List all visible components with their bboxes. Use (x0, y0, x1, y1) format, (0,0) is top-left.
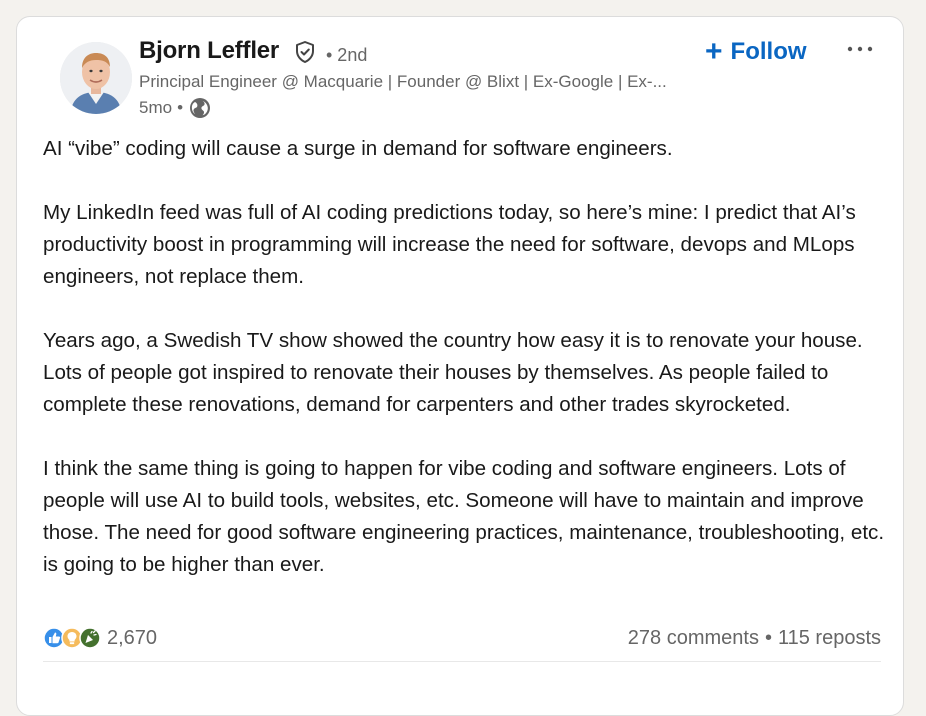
follow-label: Follow (730, 38, 807, 65)
author-headline[interactable]: Principal Engineer @ Macquarie | Founder… (139, 72, 667, 92)
reposts-count[interactable]: 115 reposts (778, 627, 881, 649)
connection-degree: • 2nd (326, 45, 368, 65)
post-body: AI “vibe” coding will cause a surge in d… (43, 133, 888, 581)
celebrate-icon (79, 627, 101, 649)
author-name[interactable]: Bjorn Leffler (139, 37, 279, 65)
social-counts: 2,670 278 comments • 115 reposts (43, 622, 881, 654)
post-meta: 5mo • (139, 96, 211, 120)
social-separator: • (764, 626, 772, 649)
comments-reposts: 278 comments • 115 reposts (628, 627, 881, 650)
comments-count[interactable]: 278 comments (628, 627, 759, 649)
author-avatar[interactable] (60, 42, 132, 114)
verified-shield-icon (293, 40, 317, 64)
post-paragraph: I think the same thing is going to happe… (43, 457, 885, 576)
reaction-count: 2,670 (107, 626, 158, 649)
post-paragraph: Years ago, a Swedish TV show showed the … (43, 329, 863, 416)
reaction-icons (43, 627, 101, 649)
meta-separator: • (177, 98, 184, 117)
globe-icon (189, 97, 211, 119)
post-paragraph: My LinkedIn feed was full of AI coding p… (43, 201, 856, 288)
post-paragraph: AI “vibe” coding will cause a surge in d… (43, 137, 673, 160)
follow-button[interactable]: + Follow (705, 35, 807, 69)
plus-icon: + (705, 35, 723, 68)
post-card: Bjorn Leffler • 2nd Principal Engineer @… (16, 16, 904, 716)
divider (43, 661, 881, 662)
more-horizontal-icon[interactable] (845, 39, 877, 59)
reactions-summary[interactable]: 2,670 (43, 627, 157, 650)
post-time: 5mo (139, 98, 173, 117)
